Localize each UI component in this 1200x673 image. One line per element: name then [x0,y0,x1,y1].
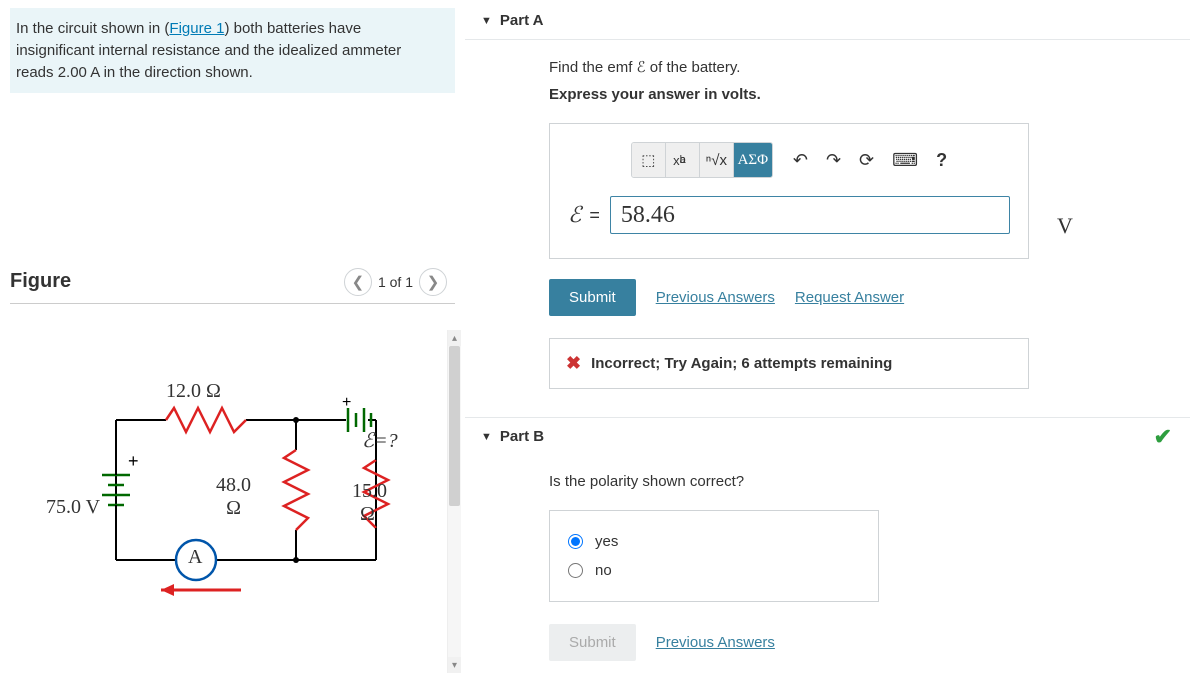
figure-prev-button[interactable]: ❮ [344,268,372,296]
fraction-button[interactable]: xab [666,143,700,177]
svg-text:+: + [342,394,351,411]
answer-box: ⬚ xab ⁿ√x ΑΣΦ ↶ ↷ ⟳ ⌨ ? ℰ = [549,123,1029,259]
answer-input[interactable] [610,196,1010,234]
label-v1: 75.0 V [46,496,100,519]
feedback-text: Incorrect; Try Again; 6 attempts remaini… [591,355,892,372]
feedback-box: ✖ Incorrect; Try Again; 6 attempts remai… [549,338,1029,389]
label-r3: 15.0Ω [352,480,387,526]
answer-unit: V [1057,213,1073,238]
submit-button-b[interactable]: Submit [549,624,636,661]
part-b: ▼ Part B ✔ Is the polarity shown correct… [465,417,1190,671]
symbols-button[interactable]: ΑΣΦ [734,143,772,177]
figure-scrollbar[interactable]: ▴ ▾ [447,330,461,673]
radical-button[interactable]: ⁿ√x [700,143,734,177]
part-b-instruction: Is the polarity shown correct? [549,473,1156,490]
part-a-instruction: Find the emf ℰ of the battery. [549,58,1156,76]
divider [10,303,455,304]
circuit-diagram: + + 12.0 Ω 48.0Ω 15.0Ω 75.0 V ℰ=? A [46,380,426,630]
eq-symbol: ℰ [568,202,581,228]
part-b-title: Part B [500,428,544,445]
reset-button[interactable]: ⟳ [859,150,874,171]
scroll-thumb[interactable] [449,346,460,506]
help-button[interactable]: ? [936,150,947,171]
collapse-icon: ▼ [481,431,492,443]
equation-row: ℰ = [568,196,1010,234]
incorrect-icon: ✖ [566,353,581,374]
label-ammeter: A [188,546,202,569]
radio-group: yes no [549,510,879,602]
figure-nav: ❮ 1 of 1 ❯ [344,268,447,296]
scroll-down-icon[interactable]: ▾ [448,657,461,673]
problem-prefix: In the circuit shown in ( [16,20,169,37]
part-a-header[interactable]: ▼ Part A [465,2,1190,40]
part-a-format: Express your answer in volts. [549,86,1156,103]
templates-button[interactable]: ⬚ [632,143,666,177]
request-answer-link[interactable]: Request Answer [795,289,904,306]
radio-yes-label: yes [595,533,618,550]
previous-answers-link-b[interactable]: Previous Answers [656,634,775,651]
radio-no-input[interactable] [568,563,583,578]
radio-yes[interactable]: yes [568,527,860,556]
svg-text:+: + [128,451,139,471]
check-icon: ✔ [1154,424,1172,450]
part-b-header[interactable]: ▼ Part B [465,418,1154,455]
keyboard-button[interactable]: ⌨ [892,150,918,171]
figure-count: 1 of 1 [378,274,413,290]
eq-sign: = [589,205,600,226]
figure-panel: Figure ❮ 1 of 1 ❯ ▴ ▾ [10,270,455,673]
radio-no-label: no [595,562,612,579]
part-a-title: Part A [500,12,544,29]
collapse-icon: ▼ [481,15,492,27]
problem-statement: In the circuit shown in (Figure 1) both … [10,8,455,93]
part-a: ▼ Part A Find the emf ℰ of the battery. … [465,2,1190,399]
formula-toolbar: ⬚ xab ⁿ√x ΑΣΦ ↶ ↷ ⟳ ⌨ ? [568,142,1010,178]
previous-answers-link[interactable]: Previous Answers [656,289,775,306]
label-emf: ℰ=? [362,428,398,453]
scroll-up-icon[interactable]: ▴ [448,330,461,346]
figure-next-button[interactable]: ❯ [419,268,447,296]
radio-yes-input[interactable] [568,534,583,549]
figure-link[interactable]: Figure 1 [169,20,224,37]
submit-button[interactable]: Submit [549,279,636,316]
label-r2: 48.0Ω [216,474,251,520]
undo-button[interactable]: ↶ [793,150,808,171]
radio-no[interactable]: no [568,556,860,585]
label-r1: 12.0 Ω [166,380,221,403]
redo-button[interactable]: ↷ [826,150,841,171]
